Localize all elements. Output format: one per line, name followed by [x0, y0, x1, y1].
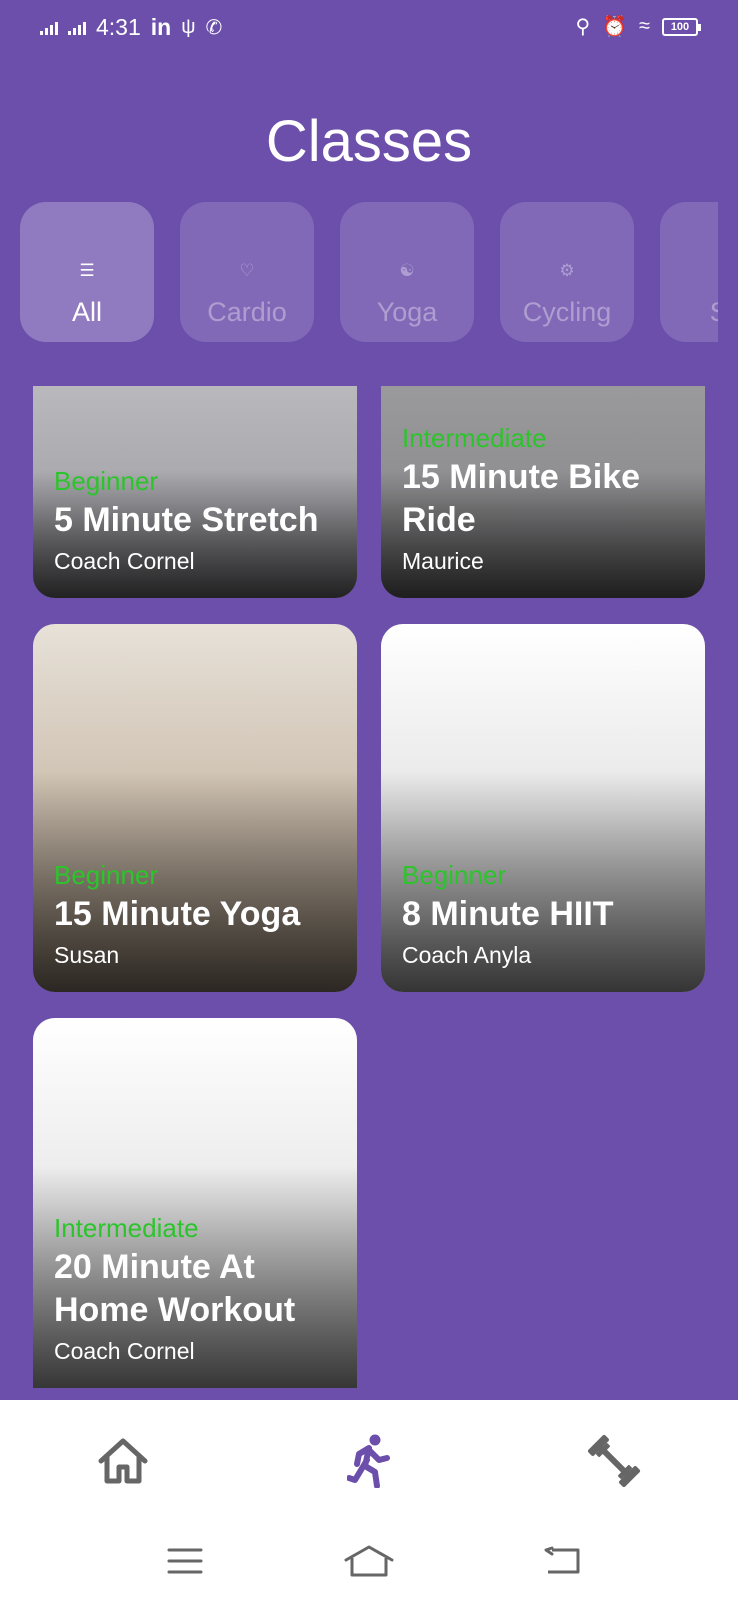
usb-icon: ψ	[181, 16, 196, 38]
class-card[interactable]: Beginner 5 Minute Stretch Coach Cornel	[33, 386, 357, 598]
location-icon: ⚲	[575, 16, 591, 38]
class-coach: Coach Anyla	[402, 942, 532, 968]
category-label: Cardio	[207, 297, 287, 327]
signal-icon	[40, 21, 58, 35]
running-icon	[347, 1434, 390, 1488]
class-title: 15 Minute Bike Ride	[402, 458, 641, 539]
dumbbell-icon	[587, 1434, 641, 1488]
wifi-icon: ≈	[639, 15, 650, 37]
class-level: Beginner	[54, 860, 159, 890]
class-title: 5 Minute Stretch	[54, 501, 319, 539]
status-bar: 4:31 in ψ ✆ ⚲ ⏰ ≈ 100	[0, 0, 738, 60]
linkedin-icon: in	[150, 14, 172, 40]
category-label: All	[71, 297, 102, 327]
category-chip-cardio[interactable]: ♡ Cardio	[180, 202, 314, 342]
system-back-button[interactable]	[532, 1536, 592, 1586]
class-card[interactable]: Beginner 8 Minute HIIT Coach Anyla	[381, 624, 705, 992]
system-menu-button[interactable]	[155, 1536, 215, 1586]
category-chip-strength[interactable]: ▲ Str	[660, 202, 718, 342]
cycling-icon: ⚙	[559, 261, 575, 280]
class-title: 15 Minute Yoga	[54, 895, 301, 933]
heart-pulse-icon: ♡	[239, 261, 255, 280]
category-chip-cycling[interactable]: ⚙ Cycling	[500, 202, 634, 342]
class-coach: Coach Cornel	[54, 548, 195, 574]
signal-icon-2	[68, 21, 86, 35]
category-label: Cycling	[522, 297, 612, 327]
class-level: Beginner	[402, 860, 507, 890]
class-card[interactable]: Beginner 15 Minute Yoga Susan	[33, 624, 357, 992]
back-icon	[544, 1546, 580, 1574]
class-level: Beginner	[54, 466, 159, 496]
menu-icon	[167, 1548, 203, 1574]
category-chips[interactable]: ☰ All ♡ Cardio ☯ Yoga ⚙ Cycling ▲ Str	[20, 202, 718, 342]
system-nav-bar	[0, 1522, 738, 1600]
status-time: 4:31	[96, 14, 141, 40]
category-label: Yoga	[376, 297, 438, 327]
nav-workouts-button[interactable]	[574, 1426, 654, 1496]
whatsapp-icon: ✆	[205, 17, 223, 39]
class-level: Intermediate	[54, 1213, 199, 1243]
alarm-icon: ⏰	[602, 16, 628, 38]
class-coach: Maurice	[402, 548, 484, 574]
class-card[interactable]: Intermediate 15 Minute Bike Ride Maurice	[381, 386, 705, 598]
nav-home-button[interactable]	[83, 1426, 163, 1496]
nav-classes-button[interactable]	[329, 1426, 409, 1496]
class-coach: Coach Cornel	[54, 1338, 195, 1364]
bottom-nav	[0, 1400, 738, 1522]
list-icon: ☰	[79, 261, 95, 280]
class-title: 20 Minute At Home Workout	[54, 1248, 296, 1329]
home-outline-icon	[344, 1545, 394, 1577]
class-level: Intermediate	[402, 423, 547, 453]
home-icon	[98, 1438, 148, 1484]
category-chip-yoga[interactable]: ☯ Yoga	[340, 202, 474, 342]
category-label: Str	[710, 297, 718, 328]
yoga-icon: ☯	[399, 261, 415, 280]
system-home-button[interactable]	[339, 1536, 399, 1586]
class-title: 8 Minute HIIT	[402, 895, 614, 933]
class-coach: Susan	[54, 942, 120, 968]
page-title: Classes	[265, 109, 473, 174]
class-card[interactable]: Intermediate 20 Minute At Home Workout C…	[33, 1018, 357, 1388]
battery-icon: 100	[662, 17, 701, 36]
category-chip-all[interactable]: ☰ All	[20, 202, 154, 342]
